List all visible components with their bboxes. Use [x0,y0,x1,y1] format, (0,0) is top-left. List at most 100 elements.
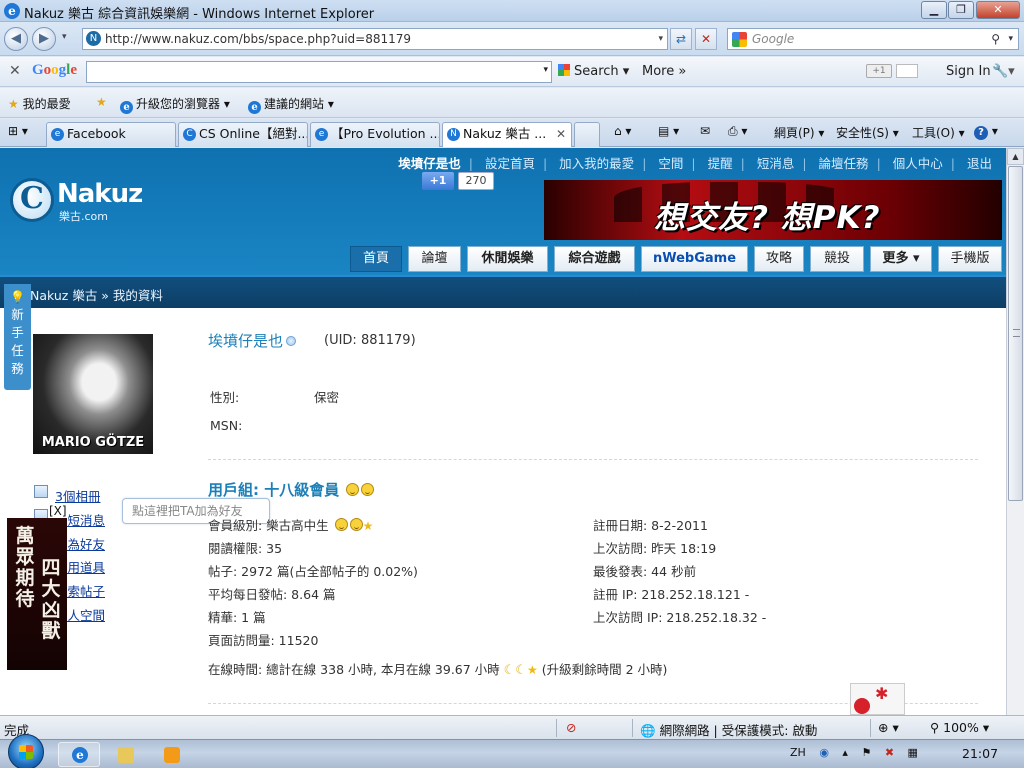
favorites-button[interactable]: ★ 我的最愛 [8,95,71,112]
privacy-icon[interactable]: ⊘ [566,720,576,735]
albums-link[interactable]: 3個相冊 [55,486,100,505]
ie-page-icon: e [248,101,261,114]
floating-gadget-icon[interactable]: ✱ [850,683,905,715]
plus-one-count [896,64,918,78]
nav-games[interactable]: 綜合遊戲 [554,246,635,272]
nav-more[interactable]: 更多 ▾ [870,246,932,272]
header-banner-ad[interactable]: 想交友? 想PK? [544,180,1002,240]
network-icon[interactable]: ▦ [908,746,918,759]
taskbar-media-button[interactable] [150,742,192,767]
gplus-button[interactable]: +1 [422,172,454,190]
page-menu[interactable]: 網頁(P) ▾ [774,124,824,141]
new-tab-button[interactable] [574,122,600,147]
maximize-button[interactable]: ❐ [948,1,974,19]
zone-status[interactable]: 🌐 網際網路 | 受保護模式: 啟動 [640,720,817,739]
close-tab-icon[interactable]: ✕ [556,123,566,145]
tab-pro-evolution[interactable]: e 【Pro Evolution ... [310,122,440,147]
print-icon[interactable]: ⎙ ▾ [728,124,747,139]
upgrade-browser-link[interactable]: e 升級您的瀏覽器 ▾ [120,95,230,114]
user-center-link[interactable]: 個人中心 [893,156,943,171]
minimize-button[interactable]: ▁ [921,1,947,19]
home-icon[interactable]: ⌂ ▾ [614,124,631,138]
stat-page-views: 頁面訪問量: 11520 [208,633,319,648]
logo-name: Nakuz [57,179,143,209]
add-favorite-icon[interactable]: ★ [96,95,107,109]
feeds-icon[interactable]: ▤ ▾ [658,124,679,138]
side-ad-banner[interactable]: 萬眾期待 四大凶獸 [7,518,67,670]
logout-link[interactable]: 退出 [967,156,992,171]
suggested-sites-link[interactable]: e 建議的網站 ▾ [248,95,334,114]
google-search-button[interactable]: Search ▾ [558,64,629,79]
google-toolbar-search-input[interactable]: ▾ [86,61,552,83]
chevron-down-icon[interactable]: ▾ [543,65,548,75]
wrench-icon[interactable]: 🔧▾ [992,64,1015,79]
plus-one-button[interactable]: +1 [866,64,892,78]
clock[interactable]: 21:07 [962,746,998,761]
nav-leisure[interactable]: 休閒娛樂 [467,246,548,272]
tab-bar: ⊞ ▾ e Facebook C CS Online【絕對... e 【Pro Evo… [0,119,1024,147]
tab-nakuz[interactable]: N Nakuz 樂古 ... ✕ [442,122,572,147]
nav-nwebgame[interactable]: nWebGame [641,246,748,272]
tooltip-close-button[interactable]: [X] [49,504,67,518]
taskbar-explorer-button[interactable] [104,742,146,767]
messages-link[interactable]: 短消息 [757,156,795,171]
scroll-thumb[interactable] [1008,166,1023,501]
start-button[interactable] [8,734,44,768]
newbie-tasks-tab[interactable]: 💡 新手任務 [4,284,31,390]
nav-mobile[interactable]: 手機版 [938,246,1002,272]
search-icon[interactable]: ⚲ [991,29,1000,49]
current-user-link[interactable]: 埃墳仔是也 [398,156,461,171]
stat-posts: 帖子: 2972 篇(占全部帖子的 0.02%) [208,564,418,579]
stat-digest: 精華: 1 篇 [208,610,266,625]
language-indicator[interactable]: ZH [790,746,806,759]
space-link[interactable]: 空間 [658,156,683,171]
set-homepage-link[interactable]: 設定首頁 [485,156,535,171]
stat-register-ip: 註冊 IP: 218.252.18.121 - [593,587,750,602]
close-window-button[interactable]: ✕ [976,1,1020,19]
url-field[interactable]: N http://www.nakuz.com/bbs/space.php?uid… [82,28,668,50]
url-dropdown-icon[interactable]: ▾ [658,29,663,49]
quick-tabs-button[interactable]: ⊞ ▾ [8,124,28,138]
stop-button[interactable]: ✕ [695,28,717,50]
mail-icon[interactable]: ✉ [700,124,710,138]
compatibility-view-button[interactable]: ⇄ [670,28,692,50]
back-button[interactable]: ◀ [4,27,28,51]
tab-favicon-icon: C [183,128,196,141]
help-icon[interactable]: ◉ [819,746,829,759]
star-icon: ★ [362,519,374,533]
nav-auction[interactable]: 競投 [810,246,864,272]
taskbar-ie-button[interactable]: e [58,742,100,767]
show-hidden-icons[interactable]: ▴ [842,746,848,759]
search-options-icon[interactable]: ▾ [1008,29,1013,49]
search-placeholder: Google [752,32,795,46]
safety-menu[interactable]: 安全性(S) ▾ [836,124,899,141]
google-toolbar: ✕ Google ▾ Search ▾ More » +1 Sign In 🔧▾ [0,57,1024,87]
tools-menu[interactable]: 工具(O) ▾ [912,124,965,141]
more-button[interactable]: More » [642,64,686,79]
add-favorite-link[interactable]: 加入我的最愛 [559,156,634,171]
protected-mode-icon[interactable]: ⊕ ▾ [878,720,899,735]
volume-icon[interactable]: ✖ [885,746,894,759]
breadcrumb[interactable]: Nakuz 樂古 » 我的資料 [30,285,163,304]
sign-in-link[interactable]: Sign In [946,64,991,79]
close-toolbar-icon[interactable]: ✕ [9,63,21,79]
tab-facebook[interactable]: e Facebook [46,122,176,147]
window-title: Nakuz 樂古 綜合資訊娛樂網 - Windows Internet Expl… [24,7,375,22]
ie-icon: e [72,747,88,763]
nav-guides[interactable]: 攻略 [754,246,804,272]
vertical-scrollbar[interactable]: ▲ [1006,148,1024,715]
help-menu[interactable]: ? ▾ [974,124,998,140]
search-box[interactable]: Google ⚲ ▾ [727,28,1019,50]
scroll-up-button[interactable]: ▲ [1007,148,1024,165]
nav-home[interactable]: 首頁 [350,246,402,272]
forward-button[interactable]: ▶ [32,27,56,51]
forum-tasks-link[interactable]: 論壇任務 [819,156,869,171]
action-center-icon[interactable]: ⚑ [861,746,871,759]
zoom-control[interactable]: ⚲ 100% ▾ [930,720,989,735]
smiley-icon [334,518,348,531]
nav-forum[interactable]: 論壇 [408,246,461,272]
nakuz-logo[interactable]: C Nakuz 樂古.com [10,178,150,224]
tab-cs-online[interactable]: C CS Online【絕對... [178,122,308,147]
history-dropdown-icon[interactable]: ▾ [62,32,67,42]
reminders-link[interactable]: 提醒 [708,156,733,171]
